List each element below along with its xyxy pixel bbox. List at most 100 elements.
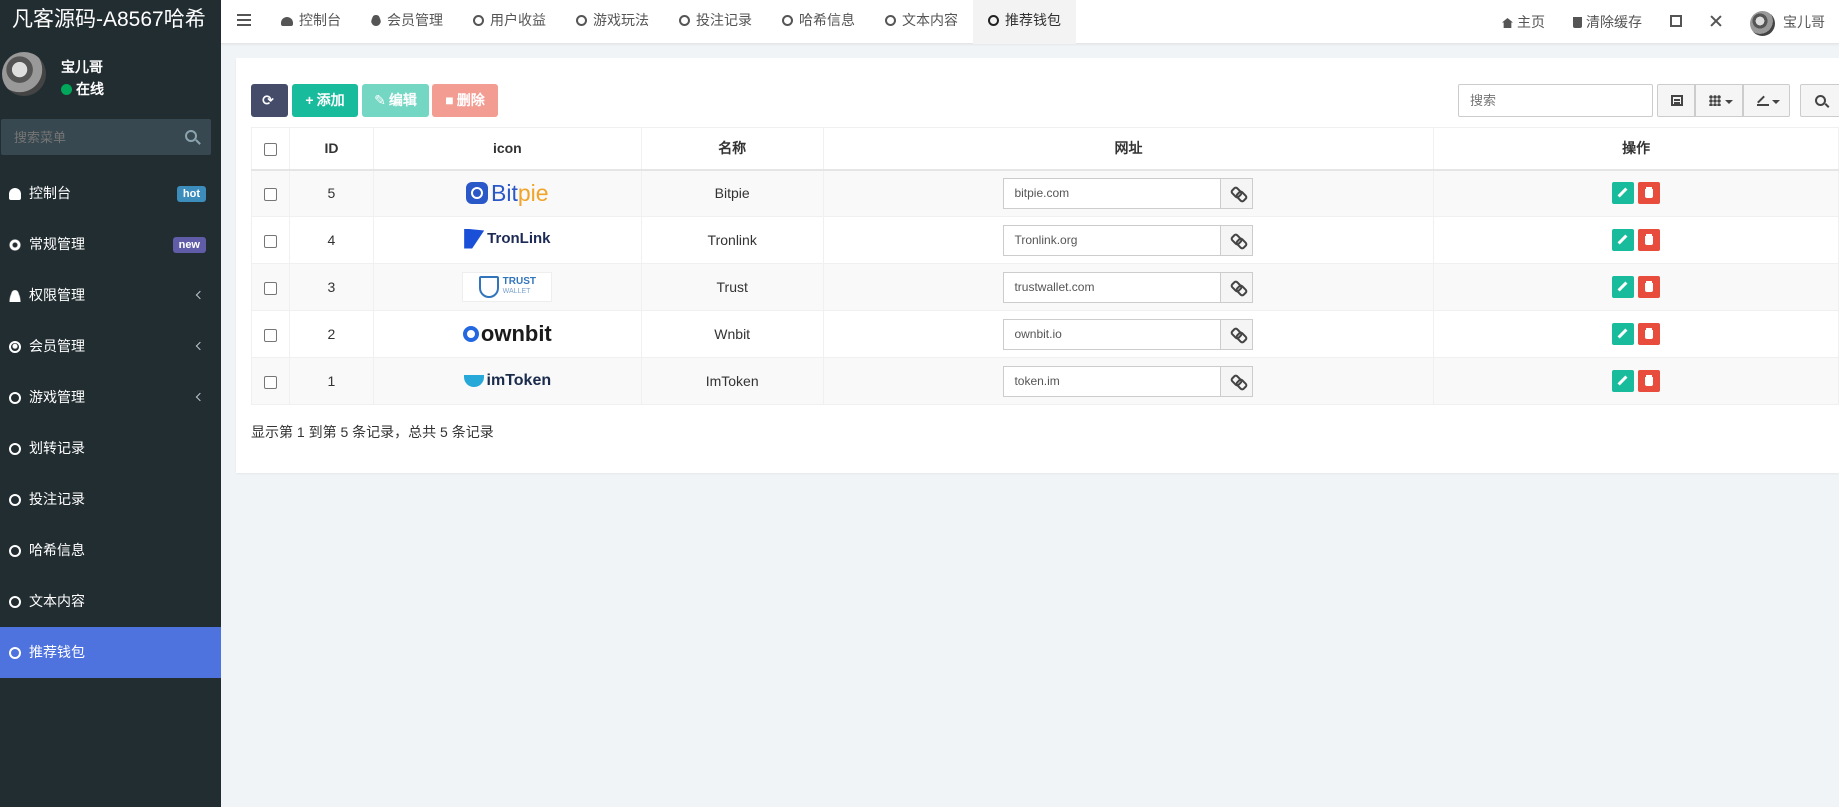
columns-button[interactable] (1695, 84, 1743, 117)
row-checkbox[interactable] (263, 234, 277, 248)
link-icon[interactable] (1221, 224, 1254, 256)
new-badge: new (172, 237, 206, 253)
link-icon[interactable] (1221, 271, 1254, 303)
menu-toggle-icon[interactable] (237, 14, 251, 26)
sidebar-item-bets[interactable]: 投注记录 (0, 474, 221, 525)
table-row[interactable]: 1 imToken ImToken (251, 357, 1839, 405)
table-row[interactable]: 2 ownbit Wnbit (251, 310, 1839, 358)
col-header-name: 名称 (640, 127, 824, 171)
delete-label: 删除 (456, 92, 485, 108)
trash-icon: ■ (445, 92, 454, 108)
chevron-left-icon (195, 392, 205, 402)
row-delete-button[interactable] (1638, 323, 1661, 345)
language-toggle[interactable] (1656, 2, 1696, 42)
tronlink-logo-text: TronLink (487, 230, 551, 247)
tab-members[interactable]: 会员管理 (356, 0, 458, 44)
table-row[interactable]: 3 TRUST WALLET Trust (251, 263, 1839, 311)
ownbit-logo-text: ownbit (480, 321, 552, 346)
link-icon[interactable] (1221, 318, 1254, 350)
tab-user-earnings[interactable]: 用户收益 (458, 0, 561, 44)
row-edit-button[interactable] (1612, 182, 1635, 205)
table-row[interactable]: 4 TronLink Tronlink (251, 216, 1839, 264)
sidebar-search-input[interactable] (1, 119, 171, 155)
row-delete-button[interactable] (1638, 182, 1661, 205)
sidebar-item-games[interactable]: 游戏管理 (0, 372, 221, 423)
hot-badge: hot (176, 186, 206, 202)
tab-text-content[interactable]: 文本内容 (870, 0, 973, 44)
sidebar-item-recommended-wallets[interactable]: 推荐钱包 (0, 627, 221, 678)
link-icon[interactable] (1221, 365, 1254, 397)
col-header-id[interactable]: ID (288, 127, 374, 171)
row-icon-cell: imToken (372, 357, 642, 405)
advanced-search-button[interactable] (1800, 84, 1839, 117)
sidebar-item-label: 投注记录 (29, 491, 85, 507)
row-delete-button[interactable] (1638, 276, 1661, 298)
home-link[interactable]: 主页 (1488, 2, 1559, 42)
url-field[interactable] (1003, 365, 1222, 397)
row-select-cell (251, 216, 290, 264)
sidebar-item-general[interactable]: 常规管理 new (0, 219, 221, 270)
row-checkbox[interactable] (263, 281, 277, 295)
search-icon[interactable] (185, 130, 197, 142)
row-edit-button[interactable] (1612, 323, 1635, 345)
export-icon (1757, 95, 1769, 106)
row-delete-button[interactable] (1638, 229, 1661, 251)
sidebar-item-label: 推荐钱包 (29, 644, 85, 660)
circle-icon (9, 596, 21, 608)
pagination-summary: 显示第 1 到第 5 条记录，总共 5 条记录 (251, 424, 494, 440)
chevron-left-icon (195, 341, 205, 351)
row-checkbox[interactable] (263, 188, 277, 202)
select-all-checkbox[interactable] (263, 143, 277, 157)
select-all-cell (251, 127, 290, 171)
url-field[interactable] (1003, 318, 1222, 350)
circle-icon (988, 15, 999, 26)
sidebar-item-label: 常规管理 (29, 236, 85, 252)
tronlink-logo: TronLink (464, 228, 551, 249)
row-edit-button[interactable] (1612, 276, 1635, 298)
link-icon[interactable] (1221, 177, 1254, 209)
tab-game-modes[interactable]: 游戏玩法 (561, 0, 664, 44)
sidebar-item-dashboard[interactable]: 控制台 hot (0, 168, 221, 219)
tab-hash-info[interactable]: 哈希信息 (767, 0, 870, 44)
sidebar-item-hash-info[interactable]: 哈希信息 (0, 525, 221, 576)
url-field[interactable] (1003, 271, 1222, 303)
sidebar-item-transfers[interactable]: 划转记录 (0, 423, 221, 474)
clear-cache-button[interactable]: 清除缓存 (1559, 2, 1656, 42)
tab-label: 游戏玩法 (593, 12, 649, 28)
edit-button[interactable]: ✎ 编辑 (362, 84, 429, 117)
sidebar: 凡客源码-A8567哈希 宝儿哥 在线 控制台hot 常规管理new 权限管理 … (0, 0, 221, 807)
row-checkbox[interactable] (263, 328, 277, 342)
fullscreen-toggle[interactable] (1696, 2, 1736, 42)
bitpie-logo-text-accent: pie (517, 179, 549, 206)
url-field[interactable] (1003, 224, 1222, 256)
row-delete-button[interactable] (1638, 370, 1661, 392)
row-edit-button[interactable] (1612, 229, 1635, 251)
row-edit-button[interactable] (1612, 370, 1635, 392)
row-checkbox[interactable] (263, 375, 277, 389)
sidebar-item-text-content[interactable]: 文本内容 (0, 576, 221, 627)
add-button[interactable]: + 添加 (292, 84, 358, 117)
table-search-input[interactable] (1458, 84, 1653, 117)
trust-logo-subtext: WALLET (502, 288, 531, 295)
delete-button[interactable]: ■ 删除 (432, 84, 498, 117)
cogs-icon (9, 239, 21, 251)
row-id: 3 (288, 263, 374, 311)
row-url-cell (822, 357, 1435, 405)
table-row[interactable]: 5 Bit pie Bitpie (251, 169, 1839, 217)
tab-recommended-wallets[interactable]: 推荐钱包 (973, 0, 1076, 44)
sidebar-item-permissions[interactable]: 权限管理 (0, 270, 221, 321)
users-icon (9, 290, 21, 302)
circle-icon (782, 15, 793, 26)
tab-bet-records[interactable]: 投注记录 (664, 0, 767, 44)
sidebar-item-members[interactable]: 会员管理 (0, 321, 221, 372)
tab-dashboard[interactable]: 控制台 (266, 0, 356, 44)
refresh-button[interactable]: ⟳ (251, 84, 288, 117)
row-id: 1 (288, 357, 374, 405)
app-logo-title[interactable]: 凡客源码-A8567哈希 (0, 0, 221, 44)
user-avatar (2, 52, 46, 96)
toggle-view-button[interactable] (1657, 84, 1695, 117)
export-button[interactable] (1743, 84, 1790, 117)
dashboard-icon (281, 17, 293, 26)
url-field[interactable] (1003, 177, 1222, 209)
user-menu[interactable]: 宝儿哥 (1736, 2, 1839, 42)
